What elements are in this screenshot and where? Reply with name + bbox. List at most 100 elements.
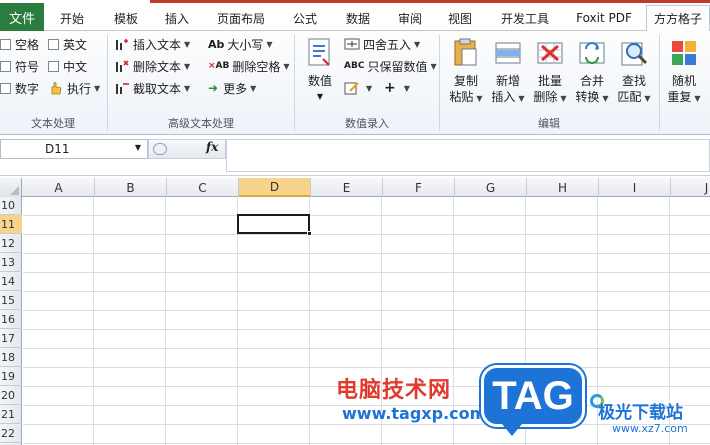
checkbox-chinese-label: 中文	[63, 59, 88, 74]
random-repeat-button[interactable]: 随机 重复 ▼	[664, 33, 704, 113]
row-header-21[interactable]: 21	[0, 405, 22, 424]
tab-foxit-pdf[interactable]: Foxit PDF	[568, 5, 640, 31]
column-header-b[interactable]: B	[95, 178, 167, 197]
tab-data[interactable]: 数据	[336, 5, 380, 31]
value-label: 数值	[307, 74, 332, 88]
delete-space-icon: ×AB	[208, 61, 230, 71]
tab-developer[interactable]: 开发工具	[490, 5, 560, 31]
checkbox-chinese[interactable]: 中文	[48, 57, 87, 75]
insert-text-label: 插入文本	[133, 37, 182, 52]
cut-text-label: 截取文本	[133, 81, 182, 96]
column-header-i[interactable]: I	[599, 178, 671, 197]
checkbox-number[interactable]: 数字	[0, 79, 39, 97]
tab-templates[interactable]: 模板	[104, 5, 148, 31]
row-header-15[interactable]: 15	[0, 291, 22, 310]
copy-paste-button[interactable]: 复制 粘贴 ▼	[446, 33, 486, 113]
row-header-11[interactable]: 11	[0, 215, 22, 234]
edit-note-button[interactable]: ▼	[344, 79, 372, 97]
insert-text-icon	[114, 37, 130, 51]
row-header-10[interactable]: 10	[0, 196, 22, 215]
merge-convert-button[interactable]: 合并 转换 ▼	[572, 33, 612, 113]
batch-delete-button[interactable]: 批量 删除 ▼	[530, 33, 570, 113]
row-header-14[interactable]: 14	[0, 272, 22, 291]
column-header-f[interactable]: F	[383, 178, 455, 197]
value-button[interactable]: 数值 ▼	[300, 33, 340, 113]
row-header-17[interactable]: 17	[0, 329, 22, 348]
row-header-18[interactable]: 18	[0, 348, 22, 367]
insert-rows-icon	[493, 37, 523, 69]
tab-home[interactable]: 开始	[50, 5, 94, 31]
group-label-edit: 编辑	[538, 117, 560, 130]
ribbon-tab-bar: 文件 开始 模板 插入 页面布局 公式 数据 审阅 视图 开发工具 Foxit …	[0, 0, 710, 32]
tab-formulas[interactable]: 公式	[283, 5, 327, 31]
column-header-a[interactable]: A	[23, 178, 95, 197]
checkbox-symbol[interactable]: 符号	[0, 57, 39, 75]
add-insert-button[interactable]: 新增 插入 ▼	[488, 33, 528, 113]
batch-delete-label-2: 删除 ▼	[533, 90, 567, 104]
column-header-d[interactable]: D	[239, 178, 311, 197]
active-cell-d11[interactable]	[237, 214, 312, 236]
column-headers: ABCDEFGHIJ	[0, 178, 710, 197]
row-header-13[interactable]: 13	[0, 253, 22, 272]
group-label-text-processing: 文本处理	[31, 117, 75, 130]
column-header-e[interactable]: E	[311, 178, 383, 197]
row-header-20[interactable]: 20	[0, 386, 22, 405]
tab-view[interactable]: 视图	[438, 5, 482, 31]
merge-convert-icon	[577, 37, 607, 69]
chevron-down-icon[interactable]: ▼	[135, 143, 141, 152]
row-header-12[interactable]: 12	[0, 234, 22, 253]
formula-bar: D11 ▼ fx	[0, 136, 710, 176]
tab-insert[interactable]: 插入	[155, 5, 199, 31]
select-all-button[interactable]	[0, 178, 22, 197]
column-header-g[interactable]: G	[455, 178, 527, 197]
checkbox-icon	[48, 38, 59, 50]
row-header-22[interactable]: 22	[0, 424, 22, 443]
row-header-16[interactable]: 16	[0, 310, 22, 329]
row-header-19[interactable]: 19	[0, 367, 22, 386]
delete-text-button[interactable]: 删除文本 ▼	[114, 57, 190, 75]
batch-delete-label-1: 批量	[537, 74, 562, 88]
execute-button[interactable]: 执行 ▼	[48, 79, 100, 97]
watermark-tag-logo: TAG	[481, 365, 585, 436]
batch-delete-icon	[535, 37, 565, 69]
group-label-advanced-text: 高级文本处理	[168, 117, 234, 130]
insert-text-button[interactable]: 插入文本 ▼	[114, 35, 190, 53]
delete-space-button[interactable]: ×AB 删除空格 ▼	[208, 57, 290, 75]
checkbox-icon	[0, 38, 11, 50]
plus-button[interactable]: + ▼	[384, 79, 410, 97]
execute-label: 执行	[67, 81, 92, 96]
fill-handle[interactable]	[307, 231, 312, 236]
splitter-knob-icon	[153, 143, 167, 155]
name-box[interactable]: D11 ▼	[0, 139, 148, 159]
random-label-1: 随机	[671, 74, 696, 88]
find-match-button[interactable]: 查找 匹配 ▼	[614, 33, 654, 113]
watermark-site-name: 电脑技术网	[336, 378, 452, 403]
insert-function-icon[interactable]: fx	[206, 140, 218, 154]
watermark-brand-name: 极光下载站	[598, 403, 683, 423]
tab-review[interactable]: 审阅	[388, 5, 432, 31]
round-button[interactable]: 四舍五入 ▼	[344, 35, 420, 53]
arrow-right-icon: ➜	[208, 81, 219, 95]
column-header-j[interactable]: J	[671, 178, 710, 197]
keep-value-button[interactable]: ABC 只保留数值 ▼	[344, 57, 437, 75]
column-header-h[interactable]: H	[527, 178, 599, 197]
checkbox-english[interactable]: 英文	[48, 35, 87, 53]
checkbox-space[interactable]: 空格	[0, 35, 39, 53]
tab-file[interactable]: 文件	[0, 3, 44, 31]
case-button[interactable]: Ab 大小写 ▼	[208, 35, 273, 53]
formula-input[interactable]	[226, 139, 710, 172]
hand-pointer-icon	[48, 81, 64, 95]
group-label-number-entry: 数值录入	[345, 117, 389, 130]
column-header-c[interactable]: C	[167, 178, 239, 197]
random-label-2: 重复 ▼	[667, 90, 701, 104]
cut-text-button[interactable]: 截取文本 ▼	[114, 79, 190, 97]
merge-convert-label-1: 合并	[579, 74, 604, 88]
tab-fangfangezi[interactable]: 方方格子	[646, 5, 710, 32]
delete-text-label: 删除文本	[133, 59, 182, 74]
round-label: 四舍五入	[363, 37, 412, 52]
delete-text-icon	[114, 59, 130, 73]
more-button[interactable]: ➜ 更多 ▼	[208, 79, 256, 97]
case-label: 大小写	[227, 37, 264, 52]
checkbox-icon	[0, 82, 11, 94]
tab-page-layout[interactable]: 页面布局	[208, 5, 274, 31]
